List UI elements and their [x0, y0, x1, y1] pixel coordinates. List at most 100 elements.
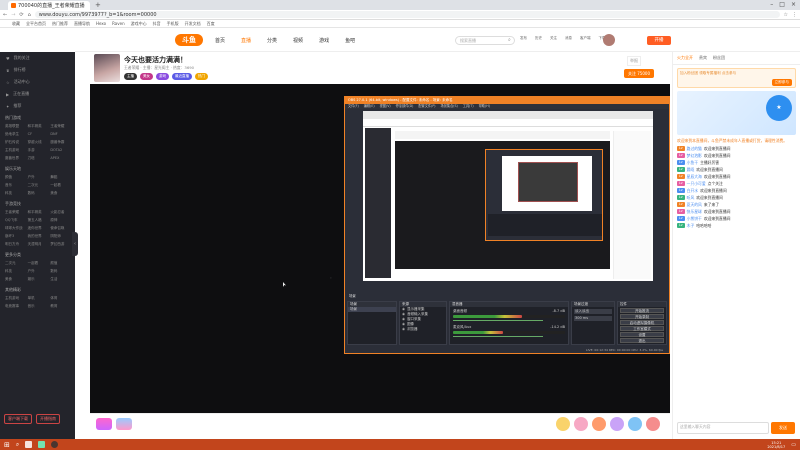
bookmark-item[interactable]: 全平台首页 [26, 21, 46, 27]
category-link[interactable]: 音乐 [28, 304, 48, 309]
sidebar-item[interactable]: ♛ 排行榜 [0, 64, 75, 76]
category-link[interactable]: 原神 [50, 218, 70, 223]
category-link[interactable]: APEX [50, 156, 70, 161]
site-nav-item[interactable]: 视频 [293, 37, 303, 44]
category-link[interactable]: 舞蹈 [50, 175, 70, 180]
category-link[interactable]: 颜值 [50, 261, 70, 266]
category-link[interactable]: 魔兽世界 [5, 156, 25, 161]
category-link[interactable]: 单机 [28, 296, 48, 301]
category-link[interactable]: 第五人格 [28, 218, 48, 223]
stream-tag[interactable]: 主播 [124, 73, 137, 80]
chat-username[interactable]: 梦幻泡影 [687, 153, 702, 158]
category-link[interactable]: 一起看 [50, 183, 70, 188]
site-nav-item[interactable]: 分类 [267, 37, 277, 44]
chat-username[interactable]: 快乐星球 [687, 209, 702, 214]
gift-icon[interactable] [574, 417, 588, 431]
volume-slider[interactable] [453, 336, 543, 337]
chat-input[interactable]: 这里输入聊天内容 [677, 422, 769, 434]
obs-control-button[interactable]: 工作室模式 [620, 326, 664, 331]
volume-slider[interactable] [453, 320, 543, 321]
obs-menu-item[interactable]: 编辑(E) [364, 104, 375, 109]
category-link[interactable]: 娱乐 [28, 277, 48, 282]
bookmark-item[interactable]: 开发文档 [185, 21, 201, 27]
category-link[interactable]: 美食 [5, 277, 25, 282]
category-link[interactable]: 主机游戏 [5, 296, 25, 301]
category-link[interactable]: 教育 [50, 304, 70, 309]
bookmark-item[interactable]: Raven [112, 21, 125, 26]
chat-username[interactable]: 小熊饼干 [687, 216, 702, 221]
star-icon[interactable]: ☆ [784, 12, 788, 18]
category-link[interactable]: 阴阳师 [50, 234, 70, 239]
chat-username[interactable]: 一只小可爱 [687, 181, 706, 186]
eye-icon[interactable]: ◉ [402, 327, 405, 332]
gift-icon[interactable] [96, 418, 112, 430]
bookmark-item[interactable]: 直播导航 [74, 21, 90, 27]
sidebar-item[interactable]: ♥ 我的关注 [0, 52, 75, 64]
site-logo[interactable]: 斗鱼 [175, 34, 203, 46]
obs-preview[interactable] [363, 111, 653, 281]
gift-icon[interactable] [628, 417, 642, 431]
category-link[interactable]: 户外 [28, 269, 48, 274]
collapse-sidebar-icon[interactable]: ‹ [72, 232, 78, 256]
new-tab-icon[interactable]: + [95, 1, 101, 9]
obs-menu-item[interactable]: 配置文件(P) [418, 104, 435, 109]
category-link[interactable]: 天涯明月 [28, 242, 48, 247]
clock[interactable]: 15:21 2021/8/17 [767, 441, 785, 449]
gift-icon[interactable] [556, 417, 570, 431]
bookmark-item[interactable]: 热门推荐 [52, 21, 68, 27]
category-link[interactable]: 刀塔 [28, 156, 48, 161]
header-icon-label[interactable]: 关注 [550, 36, 557, 41]
category-link[interactable]: 崩坏3 [5, 234, 25, 239]
category-link[interactable]: 王者荣耀 [50, 124, 70, 129]
header-icon-label[interactable]: 消息 [565, 36, 572, 41]
category-link[interactable]: 户外 [28, 175, 48, 180]
broadcast-guide-button[interactable]: 开播指南 [36, 414, 60, 424]
obs-control-button[interactable]: 设置 [620, 332, 664, 337]
sidebar-item[interactable]: ▶ 正在直播 [0, 88, 75, 100]
minimize-icon[interactable]: – [770, 1, 773, 8]
category-link[interactable]: 绝地求生 [5, 132, 25, 137]
fan-club-banner[interactable]: 加入粉丝团 领取专属福利 点击参与 立即参与 [677, 68, 796, 88]
category-link[interactable]: 美食 [50, 191, 70, 196]
category-link[interactable]: 迷你世界 [28, 226, 48, 231]
bookmark-item[interactable]: Hexo [96, 21, 106, 26]
category-link[interactable]: 手游 [28, 148, 48, 153]
reload-icon[interactable]: ⟳ [19, 12, 23, 18]
forward-icon[interactable]: → [11, 12, 15, 18]
category-link[interactable]: 数码 [28, 191, 48, 196]
notification-icon[interactable]: ▭ [791, 442, 796, 448]
category-link[interactable]: CF [28, 132, 48, 137]
category-link[interactable]: 和平精英 [28, 210, 48, 215]
category-link[interactable]: 球球大作战 [5, 226, 25, 231]
site-nav-item[interactable]: 直播 [241, 37, 251, 44]
obs-menu-item[interactable]: 帮助(H) [479, 104, 490, 109]
obs-menu-item[interactable]: 视图(V) [380, 104, 391, 109]
chat-tab[interactable]: 火力全开 [677, 55, 693, 61]
chat-username[interactable]: 白开水 [687, 188, 698, 193]
chat-username[interactable]: 晨曦 [687, 167, 695, 172]
chat-tab[interactable]: 粉丝团 [713, 55, 725, 61]
bookmark-item[interactable]: 收藏 [12, 21, 20, 27]
browser-tab[interactable]: 700040的直播_王者荣耀直播 [8, 1, 90, 10]
obs-control-button[interactable]: 开始推流 [620, 308, 664, 313]
obs-control-button[interactable]: 启动虚拟摄像机 [620, 320, 664, 325]
category-link[interactable]: 生活 [50, 277, 70, 282]
obs-icon[interactable] [51, 441, 59, 448]
chat-tab[interactable]: 贵宾 [699, 55, 707, 61]
open-broadcast-button[interactable]: 开播 [647, 36, 671, 45]
category-link[interactable]: 主机游戏 [5, 148, 25, 153]
chat-username[interactable]: 星辰大海 [687, 174, 702, 179]
search-icon[interactable]: ⌕ [508, 37, 511, 43]
chat-username[interactable]: 听风 [687, 195, 695, 200]
category-link[interactable]: 二次元 [28, 183, 48, 188]
header-icon-label[interactable]: 客户端 [580, 36, 591, 41]
url-field[interactable]: www.douyu.com/9973977?_b=1&room=00000 [34, 11, 780, 18]
category-link[interactable]: 音乐 [5, 183, 25, 188]
sidebar-item[interactable]: ✦ 推荐 [0, 100, 75, 112]
category-link[interactable]: 电竞赛事 [5, 304, 25, 309]
site-nav-item[interactable]: 游戏 [319, 37, 329, 44]
category-link[interactable]: 数码 [50, 269, 70, 274]
transition-select[interactable]: 淡入淡出 [574, 309, 612, 314]
bookmark-item[interactable]: 游戏中心 [131, 21, 147, 27]
chat-username[interactable]: 路过的猫 [687, 146, 702, 151]
